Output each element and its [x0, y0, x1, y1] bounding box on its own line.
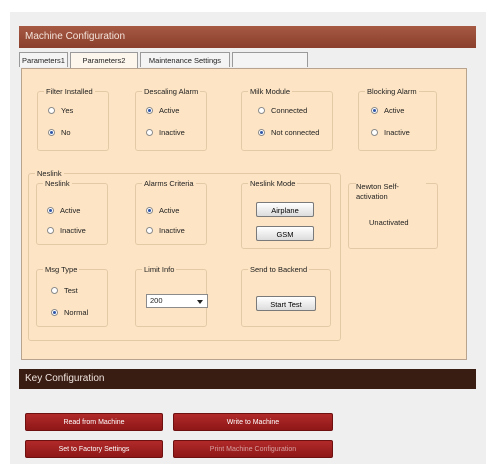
- descaling-active-radio[interactable]: Active: [146, 106, 179, 116]
- limit-info-title: Limit Info: [142, 265, 177, 275]
- radio-on-icon: [146, 107, 153, 114]
- filter-installed-title: Filter Installed: [44, 87, 95, 97]
- radio-off-icon: [47, 227, 54, 234]
- newton-status: Unactivated: [369, 218, 409, 227]
- radio-label: Inactive: [60, 226, 86, 235]
- neslink-group: Neslink Active Inactive: [36, 179, 108, 245]
- radio-off-icon: [51, 287, 58, 294]
- msg-type-title: Msg Type: [43, 265, 80, 275]
- radio-on-icon: [146, 207, 153, 214]
- blocking-active-radio[interactable]: Active: [371, 106, 404, 116]
- dropdown-arrow-icon: [197, 300, 203, 304]
- alarms-criteria-title: Alarms Criteria: [142, 179, 196, 189]
- radio-label: Test: [64, 286, 78, 295]
- key-configuration-bar: Key Configuration: [19, 369, 476, 389]
- blocking-alarm-group: Blocking Alarm Active Inactive: [358, 87, 437, 151]
- radio-label: No: [61, 128, 71, 137]
- gsm-button[interactable]: GSM: [256, 226, 314, 241]
- parameters2-panel: Filter Installed Yes No Descaling Alarm …: [21, 68, 467, 360]
- filter-yes-radio[interactable]: Yes: [48, 106, 73, 116]
- neslink-inactive-radio[interactable]: Inactive: [47, 226, 86, 236]
- radio-on-icon: [47, 207, 54, 214]
- neslink-mode-group: Neslink Mode Airplane GSM: [241, 179, 331, 249]
- alarms-inactive-radio[interactable]: Inactive: [146, 226, 185, 236]
- radio-label: Connected: [271, 106, 308, 115]
- limit-info-value: 200: [150, 296, 163, 305]
- milk-not-connected-radio[interactable]: Not connected: [258, 128, 319, 138]
- milk-module-title: Milk Module: [248, 87, 293, 97]
- radio-label: Active: [159, 106, 180, 115]
- radio-label: Active: [159, 206, 180, 215]
- radio-label: Yes: [61, 106, 74, 115]
- tab-parameters2[interactable]: Parameters2: [70, 52, 138, 69]
- descaling-alarm-group: Descaling Alarm Active Inactive: [135, 87, 207, 151]
- tab-parameters1[interactable]: Parameters1: [19, 52, 68, 67]
- newton-title: Newton Self-activation: [356, 182, 426, 202]
- alarms-criteria-group: Alarms Criteria Active Inactive: [135, 179, 207, 245]
- start-test-button[interactable]: Start Test: [256, 296, 316, 311]
- radio-label: Active: [384, 106, 405, 115]
- blocking-alarm-title: Blocking Alarm: [365, 87, 419, 97]
- descaling-alarm-title: Descaling Alarm: [142, 87, 201, 97]
- radio-off-icon: [258, 107, 265, 114]
- write-to-machine-button[interactable]: Write to Machine: [173, 413, 333, 431]
- msg-normal-radio[interactable]: Normal: [51, 308, 88, 318]
- radio-label: Not connected: [271, 128, 320, 137]
- radio-label: Inactive: [159, 226, 185, 235]
- msg-test-radio[interactable]: Test: [51, 286, 78, 296]
- filter-no-radio[interactable]: No: [48, 128, 71, 138]
- limit-info-group: Limit Info 200: [135, 265, 208, 327]
- print-configuration-button[interactable]: Print Machine Configuration: [173, 440, 333, 458]
- tab-maintenance-settings[interactable]: Maintenance Settings: [140, 52, 230, 67]
- radio-on-icon: [51, 309, 58, 316]
- milk-connected-radio[interactable]: Connected: [258, 106, 307, 116]
- radio-off-icon: [371, 129, 378, 136]
- neslink-section-title: Neslink: [35, 169, 64, 179]
- alarms-active-radio[interactable]: Active: [146, 206, 179, 216]
- radio-on-icon: [48, 129, 55, 136]
- read-from-machine-button[interactable]: Read from Machine: [25, 413, 163, 431]
- tab-empty: [232, 52, 308, 67]
- send-backend-group: Send to Backend Start Test: [241, 265, 331, 327]
- radio-on-icon: [258, 129, 265, 136]
- radio-label: Active: [60, 206, 81, 215]
- neslink-title: Neslink: [43, 179, 72, 189]
- radio-off-icon: [146, 129, 153, 136]
- filter-installed-group: Filter Installed Yes No: [37, 87, 109, 151]
- panel-title: Machine Configuration: [19, 26, 476, 48]
- airplane-button[interactable]: Airplane: [256, 202, 314, 217]
- send-backend-title: Send to Backend: [248, 265, 310, 275]
- radio-off-icon: [48, 107, 55, 114]
- msg-type-group: Msg Type Test Normal: [36, 265, 108, 327]
- blocking-inactive-radio[interactable]: Inactive: [371, 128, 410, 138]
- radio-label: Normal: [64, 308, 89, 317]
- radio-label: Inactive: [159, 128, 185, 137]
- radio-on-icon: [371, 107, 378, 114]
- descaling-inactive-radio[interactable]: Inactive: [146, 128, 185, 138]
- newton-group: Newton Self-activation Unactivated: [348, 182, 438, 249]
- radio-off-icon: [146, 227, 153, 234]
- radio-label: Inactive: [384, 128, 410, 137]
- neslink-mode-title: Neslink Mode: [248, 179, 298, 189]
- limit-info-select[interactable]: 200: [146, 294, 208, 308]
- milk-module-group: Milk Module Connected Not connected: [241, 87, 333, 151]
- neslink-active-radio[interactable]: Active: [47, 206, 80, 216]
- factory-settings-button[interactable]: Set to Factory Settings: [25, 440, 163, 458]
